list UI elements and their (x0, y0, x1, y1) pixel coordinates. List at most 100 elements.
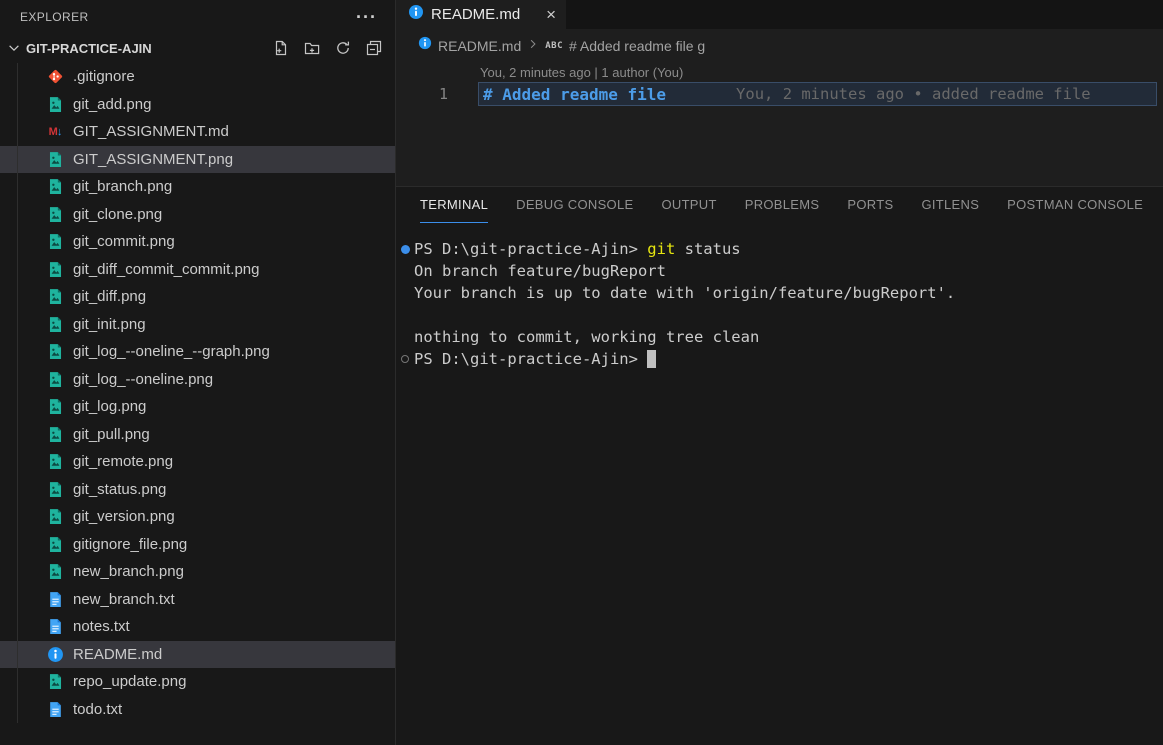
image-file-icon (47, 288, 64, 305)
file-name: git_branch.png (73, 178, 172, 195)
editor-content[interactable]: You, 2 minutes ago | 1 author (You) 1 # … (396, 62, 1163, 186)
folder-header[interactable]: GIT-PRACTICE-AJIN (0, 33, 395, 63)
editor-tab-bar: README.md × (396, 0, 1163, 29)
collapse-all-icon[interactable] (365, 39, 383, 57)
panel-tab-problems[interactable]: PROBLEMS (745, 187, 820, 223)
symbol-string-icon: ABC (545, 41, 563, 51)
file-name: git_diff_commit_commit.png (73, 261, 259, 278)
file-name: new_branch.png (73, 563, 184, 580)
panel-tab-ports[interactable]: PORTS (847, 187, 893, 223)
file-row[interactable]: GIT_ASSIGNMENT.png (0, 146, 395, 174)
file-row[interactable]: notes.txt (0, 613, 395, 641)
terminal-line: PS D:\git-practice-Ajin> git status (396, 238, 1163, 260)
terminal-line: PS D:\git-practice-Ajin> (396, 348, 1163, 370)
panel-tab-postman-console[interactable]: POSTMAN CONSOLE (1007, 187, 1143, 223)
file-name: GIT_ASSIGNMENT.png (73, 151, 233, 168)
inline-blame-annotation: You, 2 minutes ago • added readme file (736, 85, 1091, 103)
file-row[interactable]: git_log_--oneline_--graph.png (0, 338, 395, 366)
file-row[interactable]: git_remote.png (0, 448, 395, 476)
file-name: git_status.png (73, 481, 166, 498)
file-row[interactable]: todo.txt (0, 696, 395, 724)
image-file-icon (47, 453, 64, 470)
line-number: 1 (396, 85, 448, 103)
info-icon (418, 36, 432, 55)
breadcrumb-file[interactable]: README.md (438, 38, 521, 54)
file-name: new_branch.txt (73, 591, 175, 608)
terminal[interactable]: PS D:\git-practice-Ajin> git status On br… (396, 223, 1163, 370)
file-name: todo.txt (73, 701, 122, 718)
image-file-icon (47, 206, 64, 223)
file-name: README.md (73, 646, 162, 663)
file-row[interactable]: git_commit.png (0, 228, 395, 256)
breadcrumb: README.md ABC # Added readme file g (396, 29, 1163, 62)
terminal-output: On branch feature/bugReport (414, 262, 666, 280)
image-file-icon (47, 481, 64, 498)
file-list: .gitignore git_add.pngM↓GIT_ASSIGNMENT.md… (0, 63, 395, 723)
file-row[interactable]: git_log.png (0, 393, 395, 421)
codelens-blame[interactable]: You, 2 minutes ago | 1 author (You) (396, 62, 1163, 82)
file-row[interactable]: git_status.png (0, 476, 395, 504)
panel-tab-debug-console[interactable]: DEBUG CONSOLE (516, 187, 633, 223)
tab-readme[interactable]: README.md × (396, 0, 566, 29)
info-icon (408, 4, 424, 25)
terminal-prompt: PS D:\git-practice-Ajin> (414, 350, 647, 368)
terminal-prompt: PS D:\git-practice-Ajin> (414, 240, 647, 258)
file-name: git_init.png (73, 316, 146, 333)
file-row[interactable]: new_branch.png (0, 558, 395, 586)
image-file-icon (47, 563, 64, 580)
more-actions-icon[interactable]: ··· (356, 12, 377, 22)
file-name: git_version.png (73, 508, 175, 525)
file-name: .gitignore (73, 68, 135, 85)
panel-tab-gitlens[interactable]: GITLENS (921, 187, 979, 223)
bottom-panel: TERMINAL DEBUG CONSOLE OUTPUT PROBLEMS PORTS… (396, 186, 1163, 745)
file-name: git_commit.png (73, 233, 175, 250)
panel-tab-terminal[interactable]: TERMINAL (420, 187, 488, 223)
terminal-line: On branch feature/bugReport (396, 260, 1163, 282)
new-file-icon[interactable] (272, 39, 290, 57)
image-file-icon (47, 536, 64, 553)
new-folder-icon[interactable] (303, 39, 321, 57)
command-decoration-icon[interactable] (396, 355, 414, 363)
panel-tab-output[interactable]: OUTPUT (661, 187, 716, 223)
image-file-icon (47, 233, 64, 250)
terminal-command: git (647, 240, 675, 258)
image-file-icon (47, 151, 64, 168)
breadcrumb-symbol[interactable]: # Added readme file g (569, 38, 705, 54)
file-row[interactable]: git_version.png (0, 503, 395, 531)
text-file-icon (47, 701, 64, 718)
file-row[interactable]: git_add.png (0, 91, 395, 119)
file-row[interactable]: .gitignore (0, 63, 395, 91)
terminal-cursor (647, 350, 656, 368)
terminal-line (396, 304, 1163, 326)
explorer-header: EXPLORER ··· (0, 0, 395, 33)
explorer-title: EXPLORER (20, 10, 89, 24)
code-line: 1 # Added readme file You, 2 minutes ago… (396, 82, 1163, 106)
close-icon[interactable]: × (546, 8, 556, 22)
command-decoration-icon[interactable] (396, 245, 414, 254)
file-row[interactable]: git_log_--oneline.png (0, 366, 395, 394)
file-row[interactable]: M↓GIT_ASSIGNMENT.md (0, 118, 395, 146)
file-name: git_clone.png (73, 206, 162, 223)
file-name: gitignore_file.png (73, 536, 187, 553)
panel-tab-bar: TERMINAL DEBUG CONSOLE OUTPUT PROBLEMS PORTS… (396, 187, 1163, 223)
tab-label: README.md (431, 6, 520, 23)
file-row[interactable]: repo_update.png (0, 668, 395, 696)
file-name: git_pull.png (73, 426, 150, 443)
file-row[interactable]: git_clone.png (0, 201, 395, 229)
image-file-icon (47, 261, 64, 278)
folder-name: GIT-PRACTICE-AJIN (26, 41, 152, 56)
text-file-icon (47, 591, 64, 608)
file-row[interactable]: gitignore_file.png (0, 531, 395, 559)
file-name: git_remote.png (73, 453, 173, 470)
file-row[interactable]: new_branch.txt (0, 586, 395, 614)
file-row[interactable]: README.md (0, 641, 395, 669)
file-row[interactable]: git_diff_commit_commit.png (0, 256, 395, 284)
file-row[interactable]: git_branch.png (0, 173, 395, 201)
file-name: notes.txt (73, 618, 130, 635)
file-row[interactable]: git_diff.png (0, 283, 395, 311)
file-row[interactable]: git_pull.png (0, 421, 395, 449)
refresh-icon[interactable] (334, 39, 352, 57)
file-name: GIT_ASSIGNMENT.md (73, 123, 229, 140)
terminal-line: nothing to commit, working tree clean (396, 326, 1163, 348)
file-row[interactable]: git_init.png (0, 311, 395, 339)
